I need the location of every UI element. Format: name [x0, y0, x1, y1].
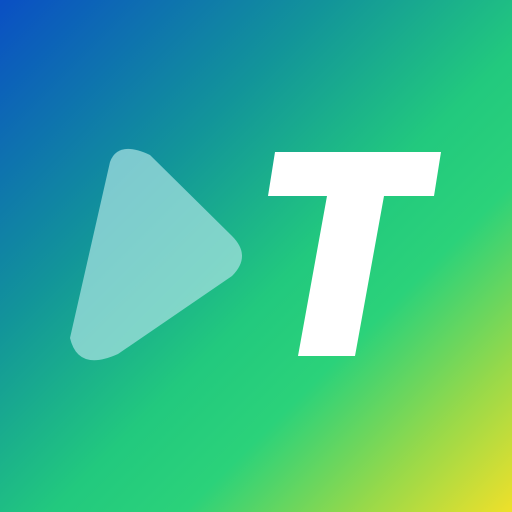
letter-t-icon [268, 152, 441, 356]
letter-t-shape [268, 152, 441, 356]
app-icon-canvas [0, 0, 512, 512]
